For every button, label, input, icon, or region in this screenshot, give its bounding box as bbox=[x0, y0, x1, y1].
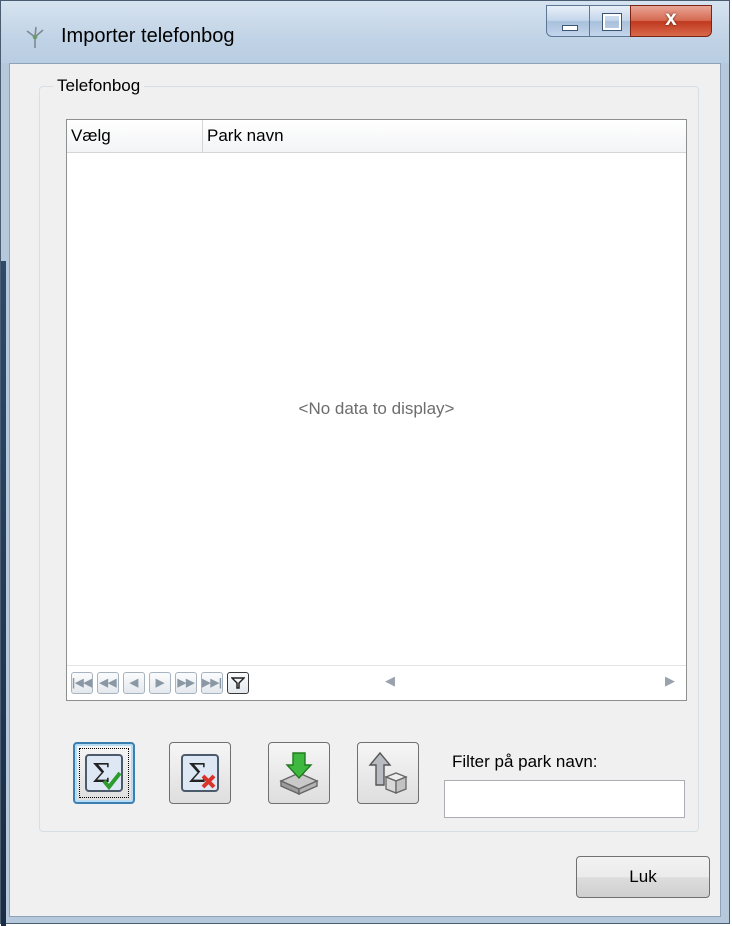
deselect-all-icon: Σ bbox=[181, 754, 219, 792]
previous-page-button[interactable]: ◀◀ bbox=[97, 672, 119, 694]
export-icon bbox=[368, 751, 408, 794]
background-edge bbox=[1, 261, 6, 926]
app-icon bbox=[26, 26, 44, 48]
next-icon: ▶ bbox=[155, 677, 165, 689]
park-grid[interactable]: Vælg Park navn <No data to display> |◀◀ … bbox=[66, 119, 687, 701]
next-page-button[interactable]: ▶▶ bbox=[175, 672, 197, 694]
maximize-icon bbox=[602, 13, 622, 31]
minimize-button[interactable] bbox=[546, 5, 590, 37]
previous-record-button[interactable]: ◀ bbox=[123, 672, 145, 694]
column-header-vaelg[interactable]: Vælg bbox=[67, 120, 203, 152]
importer-telefonbog-window: Importer telefonbog x Telefonbog Vælg Pa… bbox=[0, 0, 730, 926]
import-icon bbox=[279, 752, 319, 795]
column-header-park-navn[interactable]: Park navn bbox=[203, 120, 683, 152]
first-icon: |◀◀ bbox=[72, 677, 92, 689]
scroll-right-arrow-icon[interactable]: ▶ bbox=[665, 673, 675, 689]
close-window-button[interactable]: x bbox=[630, 5, 712, 37]
window-title: Importer telefonbog bbox=[61, 25, 235, 47]
next-page-icon: ▶▶ bbox=[177, 677, 195, 689]
filter-icon bbox=[230, 677, 246, 689]
filter-park-navn-input[interactable] bbox=[444, 780, 685, 818]
export-button[interactable] bbox=[357, 742, 419, 804]
scroll-left-arrow-icon[interactable]: ◀ bbox=[385, 673, 395, 689]
deselect-all-button[interactable]: Σ bbox=[169, 742, 231, 804]
groupbox-label: Telefonbog bbox=[53, 76, 145, 96]
grid-header: Vælg Park navn bbox=[67, 120, 686, 153]
client-area: Telefonbog Vælg Park navn <No data to di… bbox=[9, 63, 721, 917]
empty-grid-message: <No data to display> bbox=[298, 399, 455, 418]
close-icon: x bbox=[665, 7, 677, 30]
first-record-button[interactable]: |◀◀ bbox=[71, 672, 93, 694]
select-all-icon: Σ bbox=[85, 754, 123, 792]
next-record-button[interactable]: ▶ bbox=[149, 672, 171, 694]
title-bar[interactable]: Importer telefonbog x bbox=[1, 1, 729, 63]
maximize-button[interactable] bbox=[589, 5, 631, 37]
last-record-button[interactable]: ▶▶| bbox=[201, 672, 223, 694]
luk-button[interactable]: Luk bbox=[576, 856, 710, 898]
import-button[interactable] bbox=[268, 742, 330, 804]
last-icon: ▶▶| bbox=[202, 677, 222, 689]
prev-icon: ◀ bbox=[129, 677, 139, 689]
filter-label: Filter på park navn: bbox=[452, 752, 598, 771]
select-all-button[interactable]: Σ bbox=[73, 742, 135, 804]
grid-navigator: |◀◀ ◀◀ ◀ ▶ ▶▶ ▶▶| ◀ ▶ bbox=[67, 665, 686, 700]
prev-page-icon: ◀◀ bbox=[99, 677, 117, 689]
minimize-icon bbox=[562, 25, 578, 31]
filter-button[interactable] bbox=[227, 672, 249, 694]
